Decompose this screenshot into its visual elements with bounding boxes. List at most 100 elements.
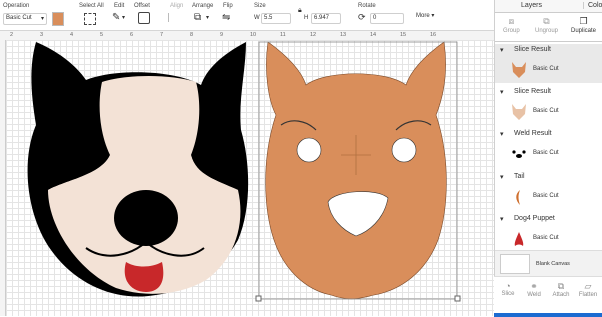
arrange-group: Arrange bbox=[192, 3, 213, 9]
weld-button[interactable]: ⚭ Weld bbox=[522, 281, 546, 298]
ruler-tick-label: 11 bbox=[280, 32, 286, 38]
ruler-tick-label: 16 bbox=[430, 32, 437, 38]
layer-group-title: Weld Result bbox=[514, 130, 552, 137]
chevron-down-icon[interactable]: ▾ bbox=[500, 130, 504, 138]
design-canvas[interactable] bbox=[6, 40, 494, 316]
operation-value: Basic Cut bbox=[6, 15, 32, 21]
layer-actions-bar: ◔ Slice ⚭ Weld ⧉ Attach ▱ Flatten bbox=[494, 276, 602, 317]
orange-dog-face[interactable] bbox=[265, 41, 447, 300]
layer-child-label: Basic Cut bbox=[533, 193, 559, 199]
material-color-swatch[interactable] bbox=[52, 12, 64, 26]
flip-group: Flip bbox=[223, 3, 233, 9]
select-all-icon[interactable] bbox=[84, 13, 96, 25]
chevron-down-icon: ▾ bbox=[429, 13, 435, 19]
chevron-down-icon[interactable]: ▾ bbox=[500, 46, 504, 54]
weld-icon: ⚭ bbox=[530, 281, 538, 291]
align-label: Align bbox=[170, 3, 184, 9]
attach-icon: ⧉ bbox=[557, 281, 565, 291]
more-button[interactable]: More ▾ bbox=[416, 12, 434, 19]
blue-status-strip bbox=[494, 313, 602, 317]
operation-group: Operation bbox=[3, 3, 29, 9]
layer-group-row[interactable]: ▾ Dog4 Puppet bbox=[495, 213, 602, 226]
tongue-thumbnail bbox=[514, 232, 524, 246]
offset-group: Offset bbox=[134, 3, 150, 9]
rotate-input[interactable]: 0 bbox=[370, 13, 404, 24]
layer-group-title: Dog4 Puppet bbox=[514, 215, 555, 222]
fox-face-thumbnail bbox=[512, 62, 526, 78]
pencil-icon[interactable]: ✎ bbox=[112, 12, 120, 23]
flip-icon[interactable]: ⇋ bbox=[222, 12, 230, 23]
rotate-icon: ⟳ bbox=[358, 12, 366, 22]
layer-group-row[interactable]: ▾ Weld Result bbox=[495, 128, 602, 141]
arrange-icon[interactable]: ⧉ bbox=[194, 12, 201, 23]
edit-toolbar: Operation Basic Cut ▾ Select All Edit ✎ … bbox=[0, 0, 494, 31]
duplicate-icon: ❐ bbox=[579, 16, 588, 26]
slice-button[interactable]: ◔ Slice bbox=[496, 281, 520, 297]
right-eye-hole bbox=[391, 137, 417, 163]
offset-icon[interactable] bbox=[138, 12, 150, 24]
operation-label: Operation bbox=[3, 3, 30, 9]
align-group: Align bbox=[170, 3, 183, 9]
layer-child-row[interactable]: Basic Cut bbox=[495, 184, 602, 210]
size-label: Size bbox=[254, 3, 266, 9]
group-button[interactable]: ⧈ Group bbox=[503, 16, 520, 34]
layer-group-row[interactable]: ▾ Slice Result bbox=[495, 86, 602, 99]
operation-select[interactable]: Basic Cut ▾ bbox=[3, 13, 47, 25]
selection-handle-br bbox=[454, 295, 461, 302]
height-input[interactable]: 6.947 bbox=[311, 13, 341, 24]
chevron-down-icon[interactable]: ▾ bbox=[500, 173, 504, 181]
layer-child-label: Basic Cut bbox=[533, 66, 559, 72]
rotate-value: 0 bbox=[373, 15, 377, 21]
blank-canvas-swatch bbox=[500, 254, 530, 274]
layer-child-row[interactable]: Basic Cut bbox=[495, 57, 602, 83]
tab-layers[interactable]: Layers bbox=[521, 2, 542, 9]
rotate-group: Rotate bbox=[358, 3, 376, 9]
duplicate-button[interactable]: ❐ Duplicate bbox=[571, 16, 596, 34]
group-label: Group bbox=[503, 28, 520, 34]
chevron-down-icon[interactable]: ▾ bbox=[122, 14, 125, 21]
height-label: H bbox=[304, 15, 309, 21]
layer-child-label: Basic Cut bbox=[533, 108, 559, 114]
width-value: 5.5 bbox=[264, 15, 273, 21]
more-label: More bbox=[416, 13, 430, 19]
offset-label: Offset bbox=[134, 3, 150, 9]
ruler-tick-label: 8 bbox=[190, 32, 194, 38]
ungroup-icon: ⧉ bbox=[543, 16, 550, 26]
slice-icon: ◔ bbox=[505, 281, 511, 291]
align-icon[interactable] bbox=[168, 13, 183, 22]
ruler-tick-label: 2 bbox=[10, 32, 14, 38]
ruler-tick-label: 15 bbox=[400, 32, 407, 38]
lock-icon[interactable]: 🔒︎ bbox=[298, 7, 302, 15]
ruler-tick-label: 4 bbox=[70, 32, 74, 38]
ruler-tick-label: 13 bbox=[340, 32, 347, 38]
boston-terrier-face[interactable] bbox=[27, 42, 249, 297]
flatten-icon: ▱ bbox=[584, 281, 592, 291]
layer-child-row[interactable]: Basic Cut bbox=[495, 141, 602, 167]
layers-panel: Layers Colo ⧈ Group ⧉ Ungroup ❐ Duplicat… bbox=[494, 0, 602, 316]
layer-child-row[interactable]: Basic Cut bbox=[495, 226, 602, 252]
slice-label: Slice bbox=[501, 291, 515, 297]
flatten-label: Flatten bbox=[578, 292, 598, 298]
nose-dots-thumbnail bbox=[512, 150, 526, 158]
ruler-tick-label: 12 bbox=[310, 32, 317, 38]
attach-button[interactable]: ⧉ Attach bbox=[549, 281, 573, 298]
width-input[interactable]: 5.5 bbox=[261, 13, 291, 24]
ruler-tick-label: 14 bbox=[370, 32, 377, 38]
flatten-button[interactable]: ▱ Flatten bbox=[576, 281, 600, 298]
chevron-down-icon[interactable]: ▾ bbox=[500, 215, 504, 223]
chevron-down-icon[interactable]: ▾ bbox=[206, 14, 209, 21]
layer-child-row[interactable]: Basic Cut bbox=[495, 99, 602, 125]
edit-group: Edit bbox=[114, 3, 124, 9]
ungroup-button[interactable]: ⧉ Ungroup bbox=[535, 16, 558, 34]
layer-group-row[interactable]: ▾ Tail bbox=[495, 171, 602, 184]
blank-canvas-row[interactable]: Blank Canvas bbox=[495, 250, 602, 277]
ruler-tick-label: 9 bbox=[220, 32, 224, 38]
layer-group-row[interactable]: ▾ Slice Result bbox=[495, 44, 602, 57]
chevron-down-icon[interactable]: ▾ bbox=[500, 88, 504, 96]
tab-color[interactable]: Colo bbox=[583, 2, 602, 9]
ruler-tick-label: 5 bbox=[100, 32, 104, 38]
tail-thumbnail bbox=[516, 190, 520, 205]
layer-group-title: Tail bbox=[514, 173, 525, 180]
rotate-label: Rotate bbox=[358, 3, 376, 9]
edit-label: Edit bbox=[114, 3, 125, 9]
